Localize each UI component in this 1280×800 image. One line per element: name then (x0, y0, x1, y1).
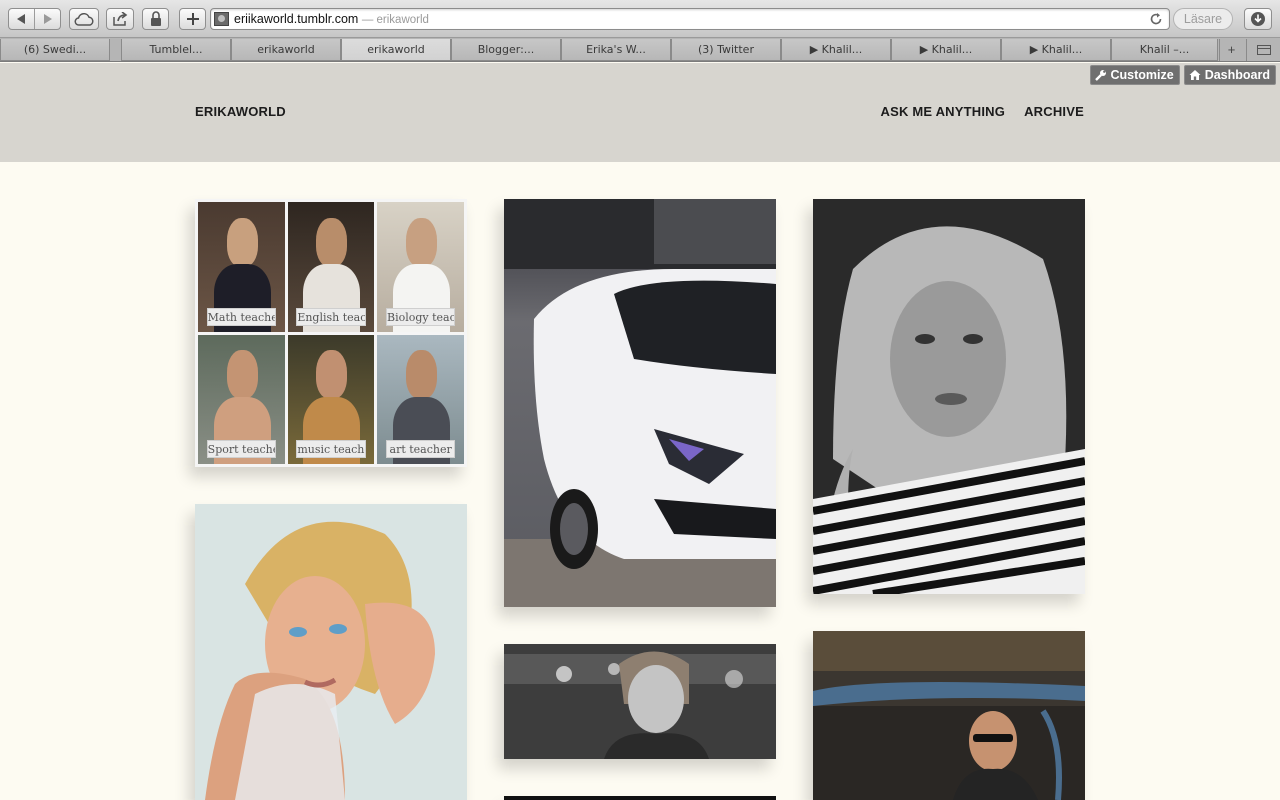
cloud-icon (74, 12, 94, 26)
icloud-tabs-button[interactable] (69, 8, 99, 30)
post-man-in-car[interactable] (813, 631, 1085, 800)
tab[interactable]: ▶ Khalil... (781, 39, 891, 61)
lock-icon (150, 11, 161, 26)
tab[interactable]: Blogger:... (451, 39, 561, 61)
tab[interactable]: ▶ Khalil... (1001, 39, 1111, 61)
post-bw-portrait[interactable] (813, 199, 1085, 594)
back-button[interactable] (9, 9, 34, 29)
blog-header: ERIKAWORLD ASK ME ANYTHING ARCHIVE (0, 63, 1280, 162)
forward-button[interactable] (34, 9, 60, 29)
collage-photo: Sport teacher (198, 334, 285, 464)
car-photo (504, 199, 776, 607)
site-favicon (214, 12, 229, 26)
tab[interactable]: (6) Swedi... (0, 39, 110, 61)
browser-toolbar: eriikaworld.tumblr.com — erikaworld Läsa… (0, 0, 1280, 38)
blog-nav: ASK ME ANYTHING ARCHIVE (881, 104, 1085, 119)
download-icon (1251, 12, 1265, 26)
address-text: eriikaworld.tumblr.com — erikaworld (234, 12, 429, 26)
tumblr-controls: Customize Dashboard (1089, 65, 1276, 85)
collage-photo: English teacher (287, 202, 375, 332)
post-color-portrait[interactable] (195, 504, 467, 800)
blog-title[interactable]: ERIKAWORLD (195, 104, 286, 119)
tab-active[interactable]: erikaworld (341, 39, 451, 61)
collage-photo: Math teacher (198, 202, 285, 332)
tab[interactable]: Tumblel... (121, 39, 231, 61)
tab[interactable]: (3) Twitter (671, 39, 781, 61)
tab[interactable]: erikaworld (231, 39, 341, 61)
new-tab-button[interactable]: + (1219, 39, 1243, 61)
post-bw-young-man[interactable] (504, 644, 776, 759)
collage-label: Sport teacher (206, 440, 276, 458)
tab-list-button[interactable] (1246, 39, 1280, 61)
collage-label: music teacher (296, 440, 366, 458)
portrait-photo (504, 644, 776, 759)
car-photo (813, 631, 1085, 800)
url-domain: eriikaworld.tumblr.com (234, 12, 359, 26)
tab[interactable]: ▶ Khalil... (891, 39, 1001, 61)
back-arrow-icon (17, 14, 26, 24)
tab-bar: (6) Swedi... Tumblel... erikaworld erika… (0, 38, 1280, 62)
reader-button[interactable]: Läsare (1173, 8, 1233, 30)
url-page-title: — erikaworld (361, 14, 429, 26)
plus-icon (186, 13, 199, 25)
downloads-button[interactable] (1244, 8, 1272, 30)
portrait-photo (813, 199, 1085, 594)
share-icon (113, 12, 128, 26)
back-forward-buttons (8, 8, 61, 30)
collage-label: Math teacher (206, 307, 276, 326)
portrait-photo (195, 504, 467, 800)
tab[interactable]: Erika's W... (561, 39, 671, 61)
post-white-sports-car[interactable] (504, 199, 776, 607)
tab[interactable]: Khalil –... (1111, 39, 1218, 61)
collage-label: Biology teacher (385, 307, 456, 326)
forward-arrow-icon (44, 14, 53, 24)
wrench-icon (1094, 70, 1106, 81)
tab-list-icon (1256, 45, 1271, 55)
add-bookmark-button[interactable] (179, 8, 206, 30)
nav-archive-link[interactable]: ARCHIVE (1024, 104, 1084, 119)
collage-photo: music teacher (287, 334, 375, 464)
address-bar[interactable]: eriikaworld.tumblr.com — erikaworld (210, 8, 1170, 30)
reload-icon[interactable] (1149, 12, 1163, 26)
collage-photo: art teacher (377, 334, 464, 464)
dashboard-button[interactable]: Dashboard (1183, 65, 1276, 85)
customize-label: Customize (1110, 68, 1174, 82)
collage-photo: Biology teacher (377, 202, 464, 332)
post-teacher-collage[interactable]: Math teacher English teacher Biology tea… (195, 199, 467, 467)
nav-ask-link[interactable]: ASK ME ANYTHING (881, 104, 1006, 119)
home-icon (1189, 70, 1201, 80)
customize-button[interactable]: Customize (1089, 65, 1180, 85)
dashboard-label: Dashboard (1204, 68, 1270, 82)
share-button[interactable] (106, 8, 134, 30)
reading-list-button[interactable] (142, 8, 169, 30)
collage-label: art teacher (385, 440, 456, 458)
post-partial-dark[interactable] (504, 796, 776, 800)
collage-label: English teacher (296, 307, 366, 326)
